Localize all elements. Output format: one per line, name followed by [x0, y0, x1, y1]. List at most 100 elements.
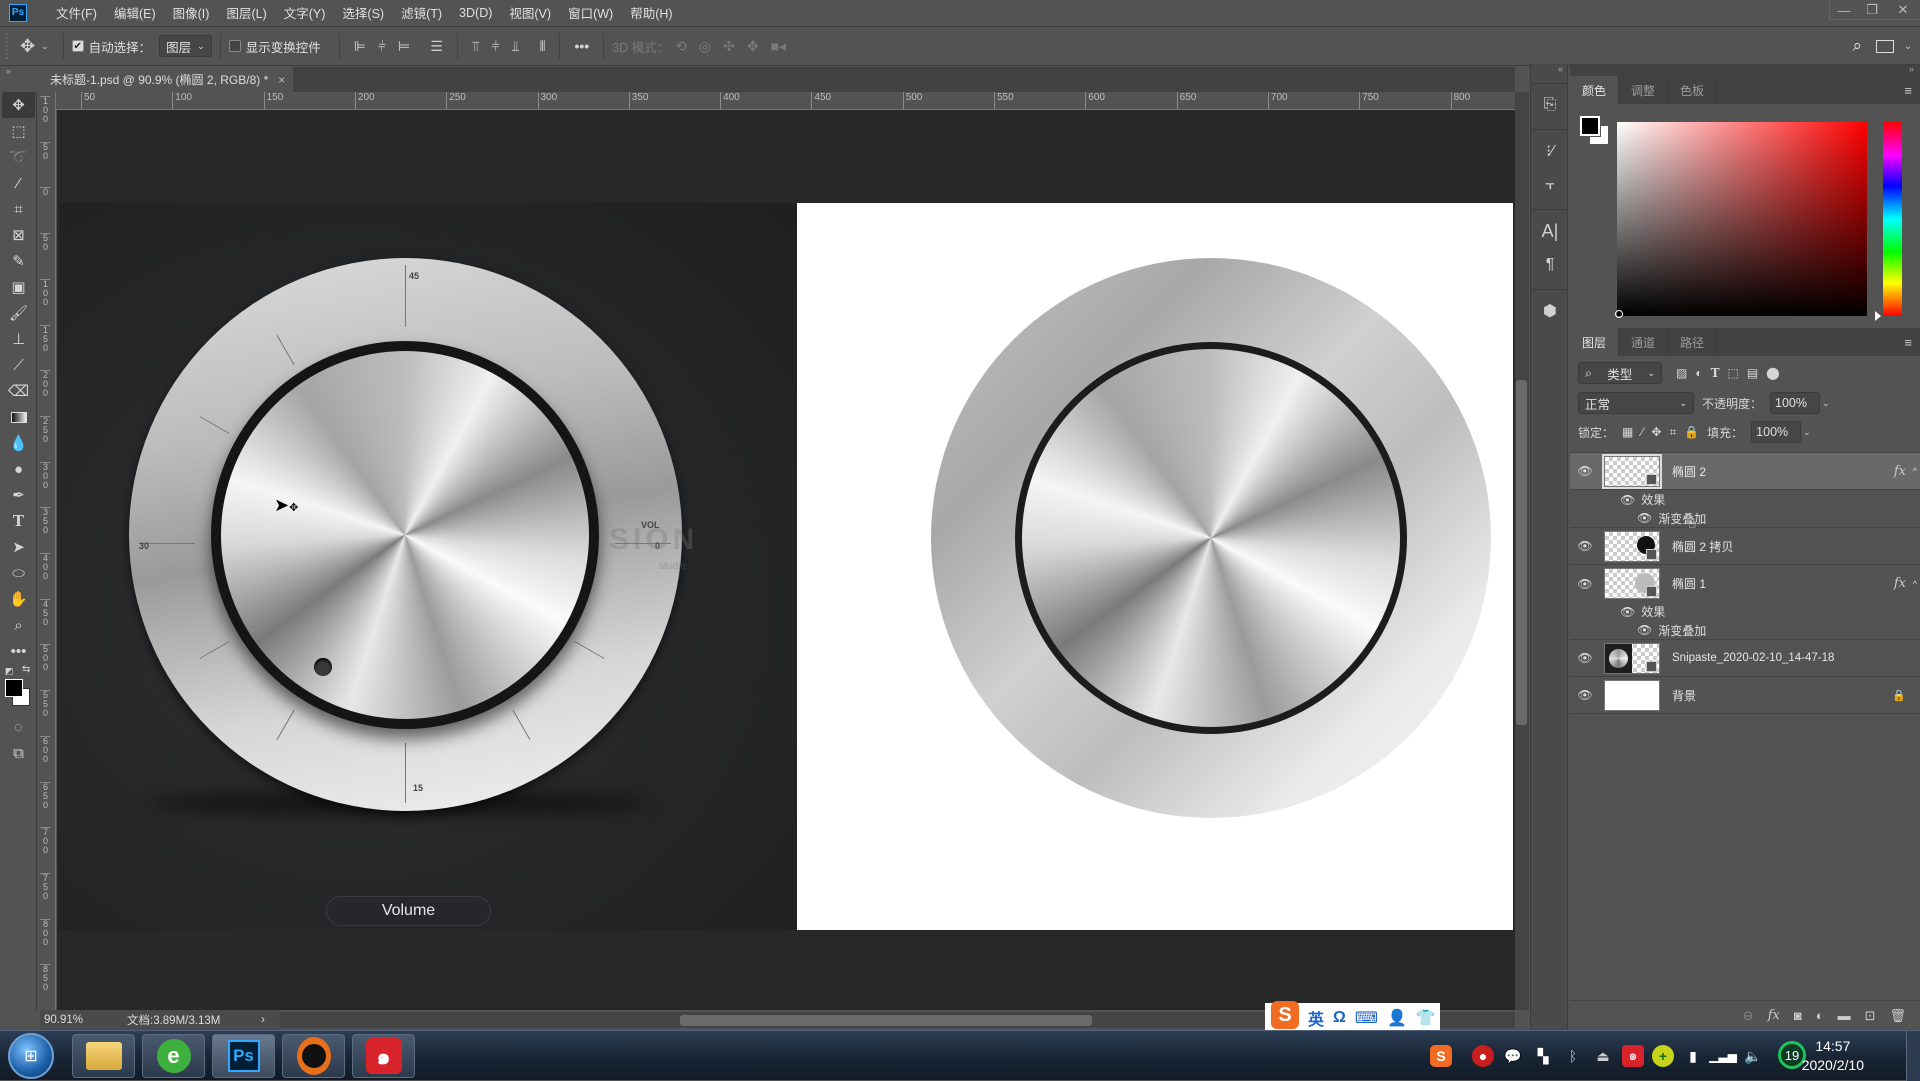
tray-bluetooth-icon[interactable]: ᛒ	[1562, 1045, 1584, 1067]
quick-mask-button[interactable]: ◌	[0, 714, 37, 740]
layer-row[interactable]: 👁 背景 🔒	[1570, 677, 1920, 714]
3d-slide-icon[interactable]: ✥	[747, 38, 759, 55]
hand-tool[interactable]: ✋	[0, 586, 37, 612]
menu-window[interactable]: 窗口(W)	[566, 3, 615, 22]
default-colors-icon[interactable]: ◩	[5, 666, 14, 677]
fill-chevron-icon[interactable]: ⌄	[1803, 427, 1811, 438]
effect-row[interactable]: 👁 渐变叠加	[1570, 621, 1920, 640]
screen-mode-button[interactable]: ⧉	[0, 740, 37, 766]
3d-camera-icon[interactable]: ■◂	[771, 38, 786, 55]
foreground-color-swatch[interactable]	[5, 679, 23, 697]
menu-filter[interactable]: 滤镜(T)	[399, 3, 444, 22]
dock-grip[interactable]	[1531, 282, 1567, 290]
align-vcenter-icon[interactable]: ⫩	[492, 38, 500, 55]
sogou-logo-icon[interactable]: S	[1271, 1001, 1299, 1029]
close-window-button[interactable]: ✕	[1886, 0, 1920, 20]
opacity-chevron-icon[interactable]: ⌄	[1822, 398, 1830, 409]
workspace-icon[interactable]	[1876, 39, 1894, 53]
blend-mode-dropdown[interactable]: 正常 ⌄	[1578, 392, 1694, 414]
hue-slider[interactable]	[1883, 122, 1902, 316]
eraser-tool[interactable]: ⌫	[0, 378, 37, 404]
vertical-scroll-thumb[interactable]	[1516, 380, 1527, 725]
dock-grip[interactable]	[1531, 202, 1567, 210]
taskbar-explorer[interactable]	[72, 1034, 135, 1078]
layer-name[interactable]: 椭圆 1	[1672, 575, 1706, 592]
shape-tool[interactable]: ⬭	[0, 560, 37, 586]
adjustment-layer-icon[interactable]: ◐	[1816, 1008, 1824, 1023]
workspace-chevron-icon[interactable]: ⌄	[1904, 41, 1912, 52]
brush-settings-icon[interactable]: ⁝⁄	[1531, 134, 1569, 168]
tab-paths[interactable]: 路径	[1668, 328, 1718, 356]
layer-row[interactable]: 👁 Snipaste_2020-02-10_14-47-18	[1570, 640, 1920, 677]
foreground-color-swatch[interactable]	[1579, 115, 1601, 137]
menu-type[interactable]: 文字(Y)	[282, 3, 328, 22]
brush-tool[interactable]: 🖌	[0, 300, 37, 326]
move-tool-icon[interactable]: ✥	[20, 36, 35, 57]
distribute-icon[interactable]: ☰	[430, 38, 443, 55]
tool-preset-chevron-icon[interactable]: ⌄	[41, 41, 49, 52]
filter-adjustment-icon[interactable]: ◐	[1695, 366, 1702, 380]
close-tab-button[interactable]: ×	[278, 73, 285, 87]
show-transform-checkbox[interactable]	[228, 40, 241, 52]
path-select-tool[interactable]: ➤	[0, 534, 37, 560]
link-layers-icon[interactable]: ⊖	[1743, 1008, 1754, 1024]
new-group-icon[interactable]: ▬	[1838, 1008, 1851, 1023]
align-left-icon[interactable]: ⊫	[354, 38, 366, 55]
photoshop-logo-icon[interactable]: Ps	[9, 3, 27, 22]
3d-drag-icon[interactable]: ✣	[723, 38, 735, 55]
panel-menu-icon[interactable]: ≡	[1904, 83, 1912, 98]
system-clock[interactable]: 14:57 2020/2/10	[1802, 1037, 1864, 1075]
ime-language-toggle[interactable]: 英	[1308, 1006, 1324, 1030]
dock-grip[interactable]	[1531, 76, 1567, 84]
tray-network-icon[interactable]: ▁▃▅	[1709, 1045, 1737, 1067]
document-tab[interactable]: 未标题-1.psd @ 90.9% (椭圆 2, RGB/8) * ×	[40, 67, 293, 92]
3d-orbit-icon[interactable]: ⟲	[675, 38, 687, 55]
add-style-icon[interactable]: fx	[1768, 1008, 1780, 1023]
tab-adjustments[interactable]: 调整	[1619, 76, 1669, 104]
more-options-button[interactable]: •••	[574, 38, 589, 54]
history-panel-icon[interactable]: ⎘	[1531, 88, 1569, 122]
tray-security-icon[interactable]: +	[1652, 1045, 1674, 1067]
menu-layer[interactable]: 图层(L)	[224, 3, 268, 22]
zoom-level[interactable]: 90.91%	[40, 1014, 115, 1026]
visibility-eye-icon[interactable]: 👁	[1570, 539, 1600, 553]
align-hcenter-icon[interactable]: ⫩	[378, 38, 386, 55]
3d-panel-icon[interactable]: ⬢	[1531, 294, 1569, 328]
distribute-vertical-icon[interactable]: ⫴	[540, 38, 546, 55]
lock-artboard-icon[interactable]: ⌗	[1669, 425, 1676, 440]
filter-smart-object-icon[interactable]: ▤	[1747, 366, 1758, 380]
layer-row[interactable]: 👁 椭圆 1 fx ^	[1570, 565, 1920, 602]
status-menu-arrow[interactable]: ›	[261, 1014, 265, 1026]
visibility-eye-icon[interactable]: 👁	[1570, 651, 1600, 665]
lasso-tool[interactable]: ➰	[0, 144, 37, 170]
filter-type-icon[interactable]: T	[1711, 366, 1720, 380]
stamp-tool[interactable]: ⊥	[0, 326, 37, 352]
filter-shape-icon[interactable]: ⬚	[1728, 366, 1739, 380]
filter-toggle-icon[interactable]: ⬤	[1766, 366, 1779, 380]
quick-select-tool[interactable]: ⁄	[0, 170, 37, 196]
lock-transparent-icon[interactable]: ▦	[1622, 425, 1633, 439]
tab-color[interactable]: 颜色	[1570, 76, 1620, 104]
visibility-eye-icon[interactable]: 👁	[1570, 688, 1600, 702]
tab-layers[interactable]: 图层	[1570, 328, 1620, 356]
visibility-eye-icon[interactable]: 👁	[1570, 577, 1600, 591]
lock-position-icon[interactable]: ✥	[1651, 425, 1661, 439]
menu-edit[interactable]: 编辑(E)	[112, 3, 158, 22]
layer-row[interactable]: 👁 椭圆 2 fx ^	[1570, 453, 1920, 490]
new-layer-icon[interactable]: ⊡	[1865, 1008, 1876, 1024]
lock-icon[interactable]: 🔒	[1892, 689, 1906, 702]
show-desktop-button[interactable]	[1906, 1031, 1920, 1081]
collapse-toolbar-icon[interactable]: »	[0, 66, 36, 78]
type-tool[interactable]: T	[0, 508, 37, 534]
tab-channels[interactable]: 通道	[1619, 328, 1669, 356]
history-brush-tool[interactable]: ⟋	[0, 352, 37, 378]
hue-slider-handle[interactable]	[1875, 311, 1881, 321]
auto-select-target-dropdown[interactable]: 图层 ⌄	[159, 35, 212, 57]
ime-skin-icon[interactable]: 👕	[1416, 1008, 1436, 1028]
add-mask-icon[interactable]: ◙	[1794, 1008, 1802, 1023]
3d-roll-icon[interactable]: ◎	[699, 38, 711, 55]
restore-button[interactable]: ❐	[1858, 0, 1886, 20]
taskbar-photoshop[interactable]: Ps	[212, 1034, 275, 1078]
collapse-dock-icon[interactable]: «	[1531, 64, 1567, 76]
menu-3d[interactable]: 3D(D)	[457, 6, 494, 20]
